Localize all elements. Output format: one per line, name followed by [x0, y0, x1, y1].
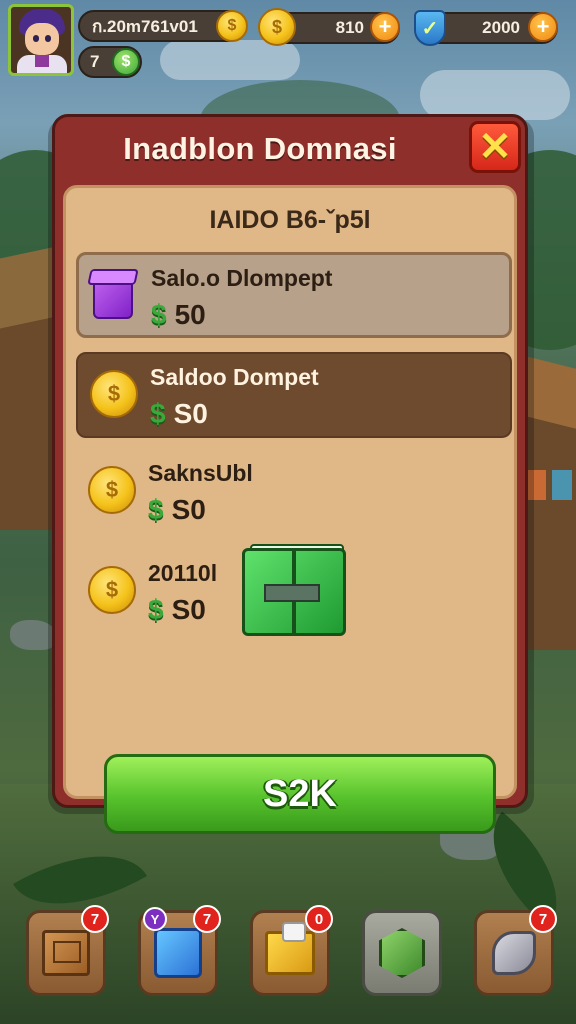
gold-coin-icon: $: [90, 370, 138, 418]
dialog-panel: IAIDO B6-ˇp5l Salo.o Dlompept $ 50 $ Sal…: [63, 185, 517, 834]
shield-check-icon: ✓: [414, 10, 446, 46]
wooden-crate-icon: [42, 930, 90, 976]
list-item-amount: $ 50: [151, 299, 206, 330]
gem-count: 2000: [482, 18, 520, 37]
bottom-slot-crate[interactable]: 7: [26, 905, 109, 996]
list-item-amount: $ S0: [148, 594, 206, 625]
green-gem-icon: [379, 928, 425, 978]
bottom-slot-key-tag[interactable]: 7: [474, 905, 557, 996]
confirm-button[interactable]: S2K: [104, 754, 496, 834]
dollar-icon: $: [150, 398, 166, 429]
dollar-icon: $: [148, 494, 164, 525]
green-book-icon: [242, 544, 350, 638]
bottom-slot-blue-box[interactable]: Y 7: [138, 905, 221, 996]
list-item-title: Salo.o Dlompept: [151, 265, 333, 291]
dialog-title: Inadblon Domnasi: [123, 131, 397, 166]
dollar-icon: $: [151, 299, 167, 330]
notification-badge: 7: [529, 905, 557, 933]
bottom-slot-gold-chest[interactable]: 0: [250, 905, 333, 996]
coin-icon: $: [258, 8, 296, 46]
player-name: ก.20m761v01: [92, 16, 198, 36]
list-item-amount: $ S0: [148, 494, 206, 525]
key-tag-icon: [492, 931, 536, 975]
list-item-title: SaknsUbl: [148, 460, 253, 486]
add-gems-button[interactable]: +: [528, 12, 558, 42]
list-item-title: Saldoo Dompet: [150, 364, 319, 390]
notification-badge: 0: [305, 905, 333, 933]
bottom-slot-green-gem[interactable]: [362, 910, 442, 996]
add-coins-button[interactable]: +: [370, 12, 400, 42]
player-level: 7: [90, 52, 100, 71]
player-avatar[interactable]: [8, 4, 74, 76]
notification-badge: 7: [81, 905, 109, 933]
gold-chest-icon: [265, 922, 315, 975]
donation-dialog: Inadblon Domnasi ✕ IAIDO B6-ˇp5l Salo.o …: [52, 114, 528, 834]
list-item[interactable]: Salo.o Dlompept $ 50: [76, 252, 512, 338]
list-item[interactable]: $ Saldoo Dompet $ S0: [76, 352, 512, 438]
coin-count: 810: [335, 18, 364, 37]
name-bar-coin-icon: $: [216, 10, 248, 42]
purple-box-icon: [87, 265, 139, 323]
level-coin-icon: $: [112, 48, 140, 76]
panel-header: IAIDO B6-ˇp5l: [209, 206, 371, 234]
close-icon: ✕: [478, 125, 512, 169]
close-button[interactable]: ✕: [469, 121, 521, 173]
secondary-badge: Y: [143, 907, 167, 931]
gold-coin-icon: $: [88, 466, 136, 514]
list-item-amount: $ S0: [150, 398, 208, 429]
dollar-icon: $: [148, 594, 164, 625]
list-item[interactable]: $ SaknsUbl $ S0: [76, 450, 512, 536]
list-item-title: 20110l: [148, 560, 218, 586]
blue-box-icon: [154, 928, 202, 978]
confirm-button-label: S2K: [263, 772, 337, 815]
gold-coin-icon: $: [88, 566, 136, 614]
notification-badge: 7: [193, 905, 221, 933]
